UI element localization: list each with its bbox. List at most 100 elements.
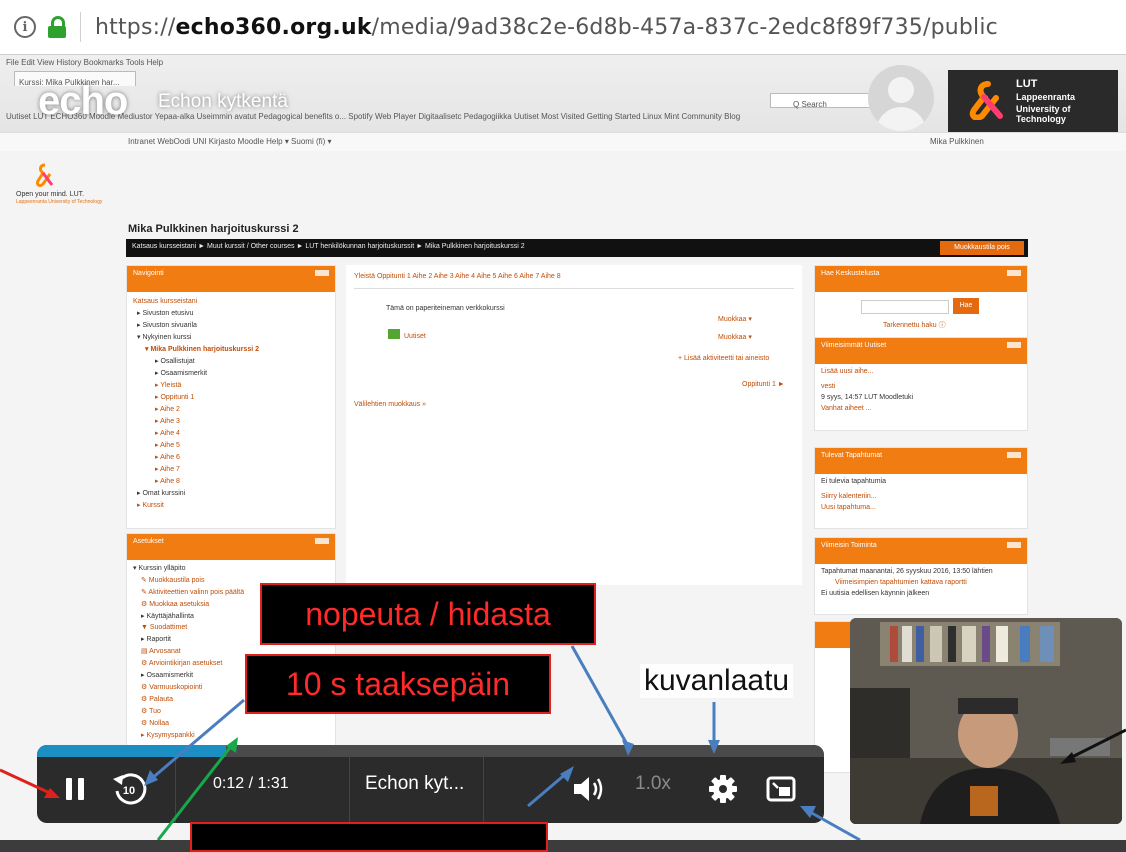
topic-tabs: Yleistä Oppitunti 1 Aihe 2 Aihe 3 Aihe 4…: [354, 273, 794, 289]
bulk-edit-link: Välilehtien muokkaus »: [354, 401, 426, 408]
url-path: /media/9ad38c2e-6d8b-457a-837c-2edc8f89f…: [371, 14, 998, 40]
bottom-annotation-box: [190, 822, 548, 852]
playback-time: 0:12 / 1:31: [213, 775, 289, 792]
settings-item: ▸ Kysymyspankki: [141, 732, 195, 739]
news-item: Vanhat aiheet ...: [821, 405, 872, 412]
user-avatar-icon[interactable]: [868, 65, 934, 131]
lut-line1: LUT: [1016, 78, 1038, 90]
settings-button[interactable]: [703, 769, 743, 809]
nav-item: ▸ Kurssit: [137, 502, 164, 509]
recorded-user: Mika Pulkkinen: [930, 137, 984, 146]
playback-speed-button[interactable]: 1.0x: [635, 773, 671, 795]
media-title-label[interactable]: Echon kyt...: [365, 773, 464, 795]
upcoming-events-title: Tulevat Tapahtumat: [815, 448, 1027, 474]
next-section-link: Oppitunti 1 ►: [742, 381, 785, 388]
info-icon[interactable]: i: [14, 16, 36, 38]
recorded-menubar: File Edit View History Bookmarks Tools H…: [6, 58, 164, 67]
lut-line3: University of Technology: [1016, 104, 1071, 124]
quality-annotation: kuvanlaatu: [640, 664, 794, 698]
breadcrumb-text: Katsaus kursseistani ► Muut kurssit / Ot…: [132, 243, 525, 250]
recent-activity-block: Viimeisin Toiminta Tapahtumat maanantai,…: [814, 537, 1028, 615]
event-item: Siirry kalenteriin...: [821, 493, 877, 500]
echo-logo: echo: [38, 79, 128, 123]
nav-item: ▸ Omat kurssini: [137, 490, 186, 497]
navigation-block: Navigointi Katsaus kursseistani ▸ Sivust…: [126, 265, 336, 529]
volume-icon: [574, 777, 603, 801]
navigation-block-title: Navigointi: [127, 266, 335, 292]
divider: [349, 757, 350, 823]
event-item: Uusi tapahtuma...: [821, 504, 876, 511]
url-domain: echo360.org.uk: [175, 14, 372, 40]
activity-item: Ei uutisia edellisen käynnin jälkeen: [821, 590, 930, 597]
edit-menu: Muokkaa ▾: [718, 316, 752, 323]
url-prefix: https://: [95, 14, 176, 40]
picture-in-picture-icon: [766, 776, 796, 802]
media-title: Echon kytkentä: [158, 91, 288, 112]
nav-item: ▸ Sivuston sivuarila: [137, 322, 197, 329]
news-forum-link: Uutiset: [404, 333, 426, 340]
progress-bar[interactable]: [37, 745, 824, 757]
url-text[interactable]: https://echo360.org.uk/media/9ad38c2e-6d…: [95, 15, 998, 40]
progress-fill: [37, 745, 226, 757]
presenter-image: [850, 618, 1122, 824]
recorded-moodle-links: Intranet WebOodi UNI Kirjasto Moodle Hel…: [128, 137, 332, 146]
presenter-webcam: [850, 618, 1122, 824]
lut-small-name: Lappeenranta University of Technology: [16, 199, 103, 205]
pause-icon: [66, 778, 72, 800]
address-bar[interactable]: i https://echo360.org.uk/media/9ad38c2e-…: [0, 0, 1126, 55]
recorded-search: Q Search: [793, 100, 827, 109]
pause-icon: [78, 778, 84, 800]
nav-item: ▸ Aihe 2: [155, 406, 180, 413]
course-intro: Tämä on paperiteineman verkkokurssi: [386, 305, 505, 312]
nav-item: ▸ Oppitunti 1: [155, 394, 195, 401]
recorded-bookmarks: Uutiset LUT ECHO360 Moodle Mediustor Yep…: [6, 112, 741, 121]
latest-news-block: Viimeisimmät Uutiset Lisää uusi aihe... …: [814, 337, 1028, 431]
rewind-annotation: 10 s taaksepäin: [245, 654, 551, 714]
recorded-moodle-nav: Intranet WebOodi UNI Kirjasto Moodle Hel…: [0, 132, 1126, 151]
player-controls: 10 0:12 / 1:31 Echon kyt... 1.0x: [37, 745, 824, 823]
activity-item: Viimeisimpien tapahtumien kattava raport…: [835, 579, 967, 586]
upcoming-events-block: Tulevat Tapahtumat Ei tulevia tapahtumia…: [814, 447, 1028, 529]
lut-ampersand-icon: [36, 163, 54, 187]
settings-item: ▾ Kurssin ylläpito: [133, 565, 186, 572]
forum-search-button: Hae: [953, 298, 979, 314]
settings-block-title: Asetukset: [127, 534, 335, 560]
nav-item: ▸ Aihe 7: [155, 466, 180, 473]
nav-item: ▸ Sivuston etusivu: [137, 310, 194, 317]
speed-annotation: nopeuta / hidasta: [260, 583, 596, 645]
course-title: Mika Pulkkinen harjoituskurssi 2: [128, 223, 299, 235]
nav-item: ▸ Yleistä: [155, 382, 182, 389]
rewind-10-icon: 10: [113, 773, 147, 805]
edit-mode-button: Muokkaustila pois: [940, 241, 1024, 255]
lut-slogan: Open your mind. LUT.: [16, 191, 85, 198]
nav-item: ▾ Mika Pulkkinen harjoituskurssi 2: [145, 346, 259, 353]
gear-icon: [709, 775, 737, 803]
news-item: 9 syys, 14:57 LUT Moodletuki: [821, 394, 914, 401]
news-item: Lisää uusi aihe...: [821, 368, 874, 375]
advanced-search-link: Tarkennettu haku ⓘ: [883, 322, 946, 329]
rewind-10s-button[interactable]: 10: [107, 767, 151, 811]
recent-activity-title: Viimeisin Toiminta: [815, 538, 1027, 564]
nav-item: ▸ Aihe 5: [155, 442, 180, 449]
search-forums-title: Hae Keskustelusta: [815, 266, 1027, 292]
nav-item: ▸ Aihe 6: [155, 454, 180, 461]
add-activity-link: + Lisää aktiviteetti tai aineisto: [678, 355, 770, 362]
nav-item: ▾ Nykyinen kurssi: [137, 334, 192, 341]
svg-text:10: 10: [123, 785, 135, 797]
divider: [483, 757, 484, 823]
nav-item: Katsaus kursseistani: [133, 298, 198, 305]
nav-item: ▸ Aihe 3: [155, 418, 180, 425]
navigation-list: Katsaus kursseistani ▸ Sivuston etusivu …: [127, 292, 335, 509]
pause-button[interactable]: [55, 767, 95, 811]
nav-item: ▸ Osallistujat: [155, 358, 195, 365]
divider: [175, 757, 176, 823]
lock-icon[interactable]: [48, 16, 66, 38]
event-item: Ei tulevia tapahtumia: [821, 478, 886, 485]
activity-item: Tapahtumat maanantai, 26 syyskuu 2016, 1…: [821, 568, 993, 575]
volume-button[interactable]: [569, 769, 609, 809]
nav-item: ▸ Aihe 4: [155, 430, 180, 437]
divider: [80, 12, 81, 42]
lut-line2: Lappeenranta: [1016, 92, 1076, 102]
lut-ampersand-icon: [969, 81, 1003, 120]
layout-toggle-button[interactable]: [761, 769, 801, 809]
